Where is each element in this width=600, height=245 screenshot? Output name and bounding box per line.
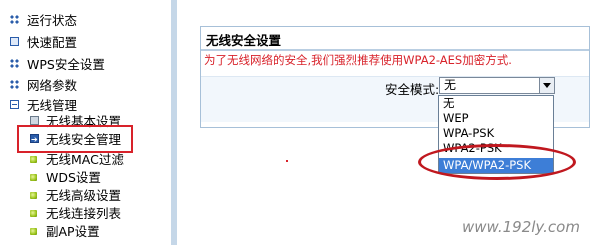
sidebar-item-label: WDS设置 [46,170,101,185]
sidebar-item-label: 无线管理 [27,98,78,113]
sidebar-item-label: 副AP设置 [46,224,100,239]
sidebar-item-label: 无线MAC过滤 [46,152,124,167]
collapse-icon [10,100,19,109]
sidebar-item-label: 运行状态 [27,13,78,28]
watermark: www.192ly.com [462,218,580,236]
dots-icon [10,59,19,68]
active-item-highlight [17,125,133,153]
stray-mark [286,160,288,162]
dots-icon [10,80,19,89]
page-icon [10,37,19,46]
bullet-icon [30,156,37,163]
security-mode-select[interactable]: 无 [439,77,555,94]
bullet-icon [30,174,37,181]
security-mode-value: 无 [444,78,457,92]
page-title: 无线安全设置 [206,33,282,48]
sidebar-item-label: 无线连接列表 [46,206,122,221]
bullet-icon [30,228,37,235]
device-icon [30,116,39,125]
title-divider [201,49,589,51]
dropdown-option-none[interactable]: 无 [439,96,553,111]
bullet-icon [30,192,37,199]
security-notice: 为了无线网络的安全,我们强烈推荐使用WPA2-AES加密方式. [204,53,512,67]
sidebar-item-label: 无线高级设置 [46,188,122,203]
sidebar-divider [171,0,177,245]
sidebar-nav: 运行状态 快速配置 WPS安全设置 网络参数 无线管理 无线基本设置 无线安全管… [0,0,168,245]
chevron-down-icon[interactable] [539,78,554,93]
security-mode-label: 安全模式: [385,82,440,97]
dropdown-option-wpa-psk[interactable]: WPA-PSK [439,126,553,141]
dots-icon [10,15,19,24]
bullet-icon [30,210,37,217]
sidebar-item-label: 快速配置 [27,35,78,50]
dropdown-option-wep[interactable]: WEP [439,111,553,126]
selected-option-highlight [418,144,576,180]
sidebar-item-label: WPS安全设置 [27,57,105,72]
sidebar-item-label: 网络参数 [27,78,78,93]
